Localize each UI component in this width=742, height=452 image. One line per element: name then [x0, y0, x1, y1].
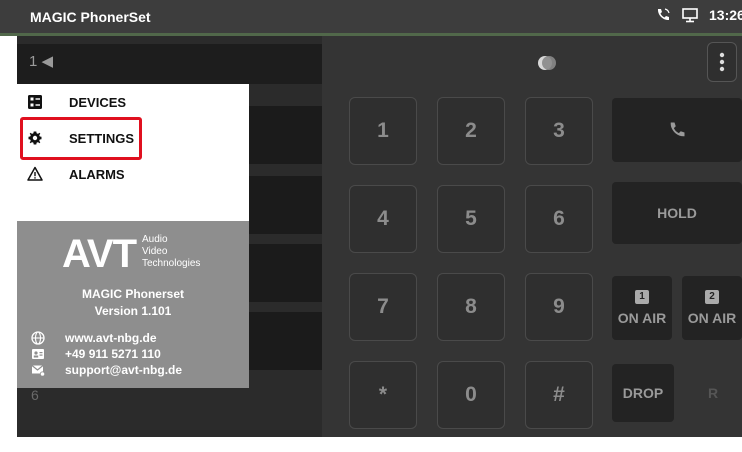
- menu-label-devices: DEVICES: [69, 95, 127, 110]
- on-air-2-label: ON AIR: [687, 310, 737, 326]
- website-text: www.avt-nbg.de: [65, 331, 157, 345]
- menu-item-devices[interactable]: DEVICES: [17, 88, 249, 116]
- website-link[interactable]: www.avt-nbg.de: [31, 331, 157, 345]
- line-2-badge: 2: [705, 290, 719, 304]
- phonerset-screen: MAGIC PhonerSet 13:26 1 ◀ 6 1 2 3 4 5 6 …: [0, 0, 742, 452]
- phone-call-icon: [657, 8, 670, 21]
- hold-button[interactable]: HOLD: [612, 182, 742, 244]
- key-star[interactable]: *: [349, 361, 417, 429]
- on-air-1-label: ON AIR: [617, 310, 667, 326]
- key-6[interactable]: 6: [525, 185, 593, 253]
- status-icons: 13:26: [655, 7, 742, 23]
- key-7[interactable]: 7: [349, 273, 417, 341]
- monitor-icon: [682, 8, 698, 23]
- devices-icon: [28, 95, 42, 109]
- drop-button[interactable]: DROP: [612, 364, 674, 422]
- warning-icon: [27, 166, 43, 181]
- menu-label-alarms: ALARMS: [69, 167, 125, 182]
- key-1[interactable]: 1: [349, 97, 417, 165]
- more-options-button[interactable]: [707, 42, 737, 82]
- key-9[interactable]: 9: [525, 273, 593, 341]
- email-text: support@avt-nbg.de: [65, 363, 183, 377]
- phone-contact[interactable]: +49 911 5271 110: [31, 347, 161, 361]
- avt-logo: AVT: [62, 232, 137, 276]
- r-label: R: [707, 385, 719, 401]
- r-button[interactable]: R: [684, 364, 742, 422]
- menu-item-alarms[interactable]: ALARMS: [17, 160, 249, 188]
- drop-label: DROP: [622, 385, 664, 401]
- key-4[interactable]: 4: [349, 185, 417, 253]
- more-vert-icon: [719, 52, 725, 72]
- contact-card-icon: [32, 349, 44, 359]
- line-selector[interactable]: 1 ◀: [17, 44, 322, 84]
- about-panel: AVT Audio Video Technologies MAGIC Phone…: [17, 221, 249, 388]
- key-hash[interactable]: #: [525, 361, 593, 429]
- toggle-circles-icon[interactable]: [536, 54, 558, 72]
- menu-item-settings[interactable]: SETTINGS: [17, 124, 249, 152]
- product-version: Version 1.101: [94, 304, 172, 318]
- globe-icon: [31, 331, 45, 345]
- mail-icon: [31, 365, 45, 377]
- phone-text: +49 911 5271 110: [65, 347, 161, 361]
- gear-icon: [28, 131, 42, 145]
- call-button[interactable]: [612, 98, 742, 162]
- hold-label: HOLD: [657, 205, 697, 221]
- phone-handset-icon: [670, 122, 685, 137]
- clock: 13:26: [709, 7, 742, 23]
- logo-sub-line: Audio: [142, 234, 168, 245]
- avt-logo-subtitle: Audio Video Technologies: [142, 234, 200, 270]
- logo-sub-line: Technologies: [142, 258, 201, 269]
- dialpad-panel: 1 2 3 4 5 6 7 8 9 * 0 # HOLD 1 ON AIR 2 …: [322, 36, 742, 437]
- menu-label-settings: SETTINGS: [69, 131, 135, 146]
- navigation-drawer: DEVICES SETTINGS ALARMS AVT Audio Video …: [17, 84, 249, 388]
- on-air-1-button[interactable]: 1 ON AIR: [612, 276, 672, 340]
- email-link[interactable]: support@avt-nbg.de: [31, 363, 182, 377]
- line-row-number: 6: [31, 387, 39, 403]
- title-bar: MAGIC PhonerSet 13:26: [0, 0, 742, 36]
- key-0[interactable]: 0: [437, 361, 505, 429]
- key-5[interactable]: 5: [437, 185, 505, 253]
- product-name: MAGIC Phonerset: [81, 287, 184, 301]
- on-air-2-button[interactable]: 2 ON AIR: [682, 276, 742, 340]
- line-1-badge: 1: [635, 290, 649, 304]
- key-2[interactable]: 2: [437, 97, 505, 165]
- app-title: MAGIC PhonerSet: [30, 9, 151, 25]
- logo-sub-line: Video: [142, 246, 168, 257]
- key-3[interactable]: 3: [525, 97, 593, 165]
- key-8[interactable]: 8: [437, 273, 505, 341]
